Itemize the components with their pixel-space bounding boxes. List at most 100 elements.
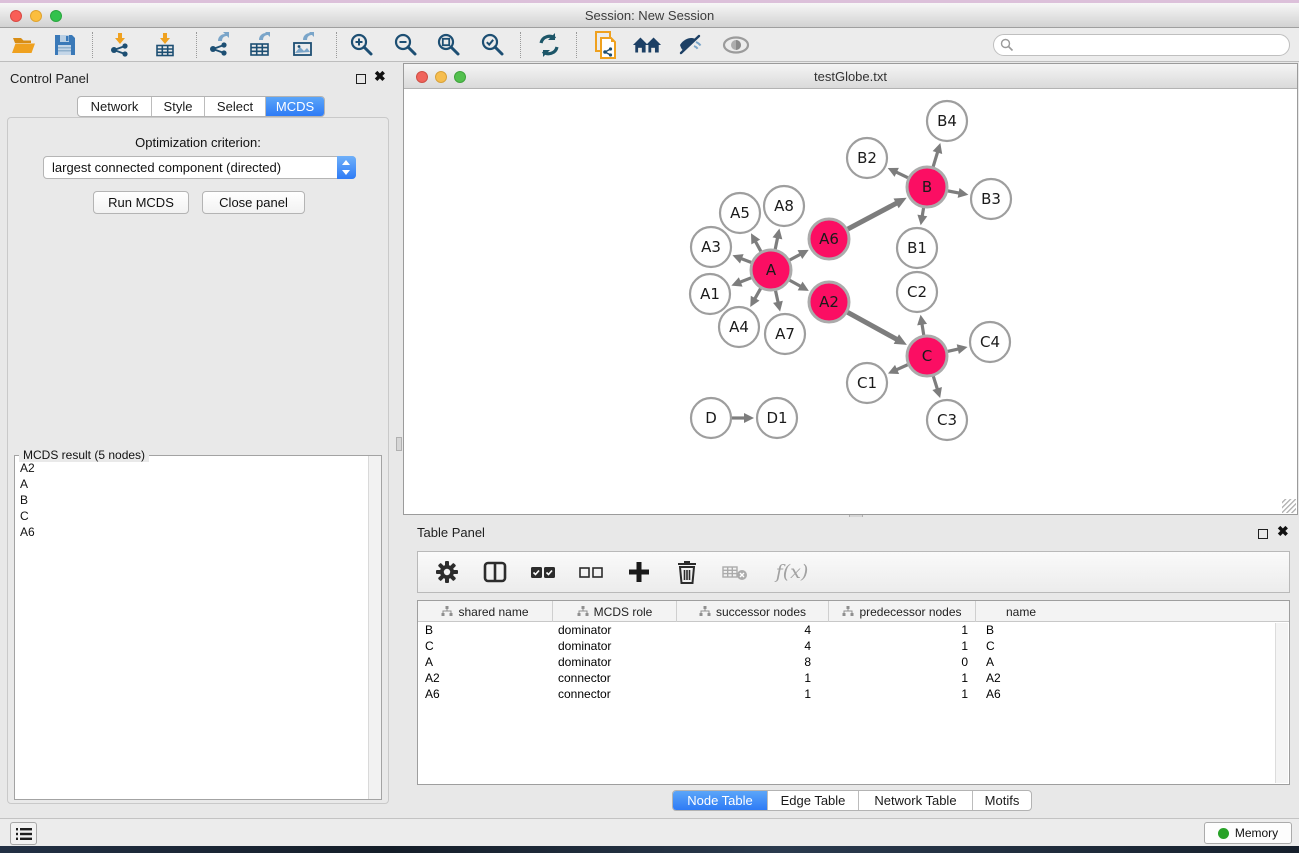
zoom-traffic-light[interactable] xyxy=(50,10,62,22)
graph-edge-A-A1[interactable] xyxy=(739,278,752,283)
run-mcds-button[interactable]: Run MCDS xyxy=(93,191,189,214)
show-graphics-details-icon[interactable] xyxy=(721,31,751,59)
select-all-icon[interactable] xyxy=(530,559,556,585)
graph-edge-B-B4[interactable] xyxy=(933,151,938,167)
graph-edge-B-B2[interactable] xyxy=(895,171,908,177)
graph-node-B[interactable]: B xyxy=(907,167,947,207)
export-network-icon[interactable] xyxy=(204,31,234,59)
table-row[interactable]: Cdominator41C xyxy=(418,638,1289,654)
graph-node-A5[interactable]: A5 xyxy=(720,193,760,233)
hide-graphics-details-icon[interactable] xyxy=(676,31,706,59)
task-history-button[interactable] xyxy=(10,822,37,845)
zoom-traffic-light[interactable] xyxy=(454,71,466,83)
tab-network[interactable]: Network xyxy=(78,97,152,116)
table-row[interactable]: A6connector11A6 xyxy=(418,686,1289,702)
graph-node-B3[interactable]: B3 xyxy=(971,179,1011,219)
mcds-result-item[interactable]: A2 xyxy=(20,460,363,476)
graph-edge-C-C3[interactable] xyxy=(933,376,937,390)
column-header-name[interactable]: name xyxy=(976,601,1066,622)
mcds-result-item[interactable]: B xyxy=(20,492,363,508)
graph-edge-A-A2[interactable] xyxy=(789,280,801,287)
save-icon[interactable] xyxy=(50,31,80,59)
vertical-divider-handle[interactable] xyxy=(396,437,402,451)
mcds-result-item[interactable]: A6 xyxy=(20,524,363,540)
mcds-result-item[interactable]: C xyxy=(20,508,363,524)
import-network-icon[interactable] xyxy=(105,31,135,59)
export-table-icon[interactable] xyxy=(245,31,275,59)
graph-edge-A-A4[interactable] xyxy=(754,288,761,300)
close-traffic-light[interactable] xyxy=(10,10,22,22)
zoom-selected-icon[interactable] xyxy=(478,31,508,59)
tab-node-table[interactable]: Node Table xyxy=(673,791,768,810)
graph-node-B2[interactable]: B2 xyxy=(847,138,887,178)
mcds-result-item[interactable]: A xyxy=(20,476,363,492)
tab-network-table[interactable]: Network Table xyxy=(859,791,973,810)
column-header-predecessor-nodes[interactable]: predecessor nodes xyxy=(829,601,976,622)
close-panel-icon[interactable]: ✖ xyxy=(374,71,386,81)
network-graph-canvas[interactable]: B4B2BB3A5A8A6A3B1AC2A1A2A4A7C4CC1C3DD1 xyxy=(404,89,1297,514)
graph-node-A8[interactable]: A8 xyxy=(764,186,804,226)
zoom-out-icon[interactable] xyxy=(391,31,421,59)
delete-table-icon[interactable] xyxy=(722,559,748,585)
function-builder-icon[interactable]: f(x) xyxy=(770,559,814,585)
graph-node-C1[interactable]: C1 xyxy=(847,363,887,403)
minimize-traffic-light[interactable] xyxy=(30,10,42,22)
search-input[interactable] xyxy=(1014,36,1289,54)
graph-node-A1[interactable]: A1 xyxy=(690,274,730,314)
graph-edge-A-A7[interactable] xyxy=(775,291,778,304)
graph-node-A7[interactable]: A7 xyxy=(765,314,805,354)
column-view-icon[interactable] xyxy=(482,559,508,585)
graph-edge-A2-C[interactable] xyxy=(847,312,898,340)
add-column-icon[interactable] xyxy=(626,559,652,585)
close-traffic-light[interactable] xyxy=(416,71,428,83)
export-image-icon[interactable] xyxy=(288,31,318,59)
zoom-fit-icon[interactable] xyxy=(434,31,464,59)
tab-motifs[interactable]: Motifs xyxy=(973,791,1031,810)
copy-network-icon[interactable] xyxy=(592,31,622,59)
graph-node-D1[interactable]: D1 xyxy=(757,398,797,438)
window-resize-grip[interactable] xyxy=(1282,499,1296,513)
graph-node-B1[interactable]: B1 xyxy=(897,228,937,268)
refresh-icon[interactable] xyxy=(534,31,564,59)
table-row[interactable]: A2connector11A2 xyxy=(418,670,1289,686)
graph-node-A[interactable]: A xyxy=(751,250,791,290)
delete-column-icon[interactable] xyxy=(674,559,700,585)
table-scrollbar[interactable] xyxy=(1275,623,1288,783)
graph-node-C2[interactable]: C2 xyxy=(897,272,937,312)
close-panel-icon[interactable]: ✖ xyxy=(1277,526,1289,536)
search-field[interactable] xyxy=(993,34,1290,56)
table-header-row[interactable]: shared nameMCDS rolesuccessor nodesprede… xyxy=(418,601,1289,622)
graph-node-C4[interactable]: C4 xyxy=(970,322,1010,362)
import-table-icon[interactable] xyxy=(150,31,180,59)
table-row[interactable]: Adominator80A xyxy=(418,654,1289,670)
tab-edge-table[interactable]: Edge Table xyxy=(768,791,859,810)
close-panel-button[interactable]: Close panel xyxy=(202,191,305,214)
zoom-in-icon[interactable] xyxy=(347,31,377,59)
mcds-result-list[interactable]: A2ABCA6 xyxy=(15,458,368,799)
mcds-result-scrollbar[interactable] xyxy=(368,456,381,799)
memory-button[interactable]: Memory xyxy=(1204,822,1292,844)
open-folder-icon[interactable] xyxy=(10,31,40,59)
criterion-dropdown[interactable]: largest connected component (directed) xyxy=(43,156,356,179)
graph-node-A6[interactable]: A6 xyxy=(809,219,849,259)
settings-gear-icon[interactable] xyxy=(434,559,460,585)
home-icon[interactable] xyxy=(632,31,662,59)
tab-select[interactable]: Select xyxy=(205,97,266,116)
column-header-shared-name[interactable]: shared name xyxy=(418,601,553,622)
deselect-all-icon[interactable] xyxy=(578,559,604,585)
network-window-titlebar[interactable]: testGlobe.txt xyxy=(404,64,1297,89)
graph-node-B4[interactable]: B4 xyxy=(927,101,967,141)
column-header-successor-nodes[interactable]: successor nodes xyxy=(677,601,829,622)
graph-edge-C-C1[interactable] xyxy=(895,365,908,371)
minimize-traffic-light[interactable] xyxy=(435,71,447,83)
graph-node-A2[interactable]: A2 xyxy=(809,282,849,322)
column-header-MCDS-role[interactable]: MCDS role xyxy=(553,601,677,622)
graph-edge-A6-B[interactable] xyxy=(848,202,898,229)
graph-node-A4[interactable]: A4 xyxy=(719,307,759,347)
float-panel-icon[interactable] xyxy=(1258,526,1268,544)
float-panel-icon[interactable] xyxy=(356,71,366,89)
graph-node-C[interactable]: C xyxy=(907,336,947,376)
tab-mcds[interactable]: MCDS xyxy=(266,97,324,116)
graph-node-A3[interactable]: A3 xyxy=(691,227,731,267)
graph-edge-A-A6[interactable] xyxy=(790,254,802,260)
